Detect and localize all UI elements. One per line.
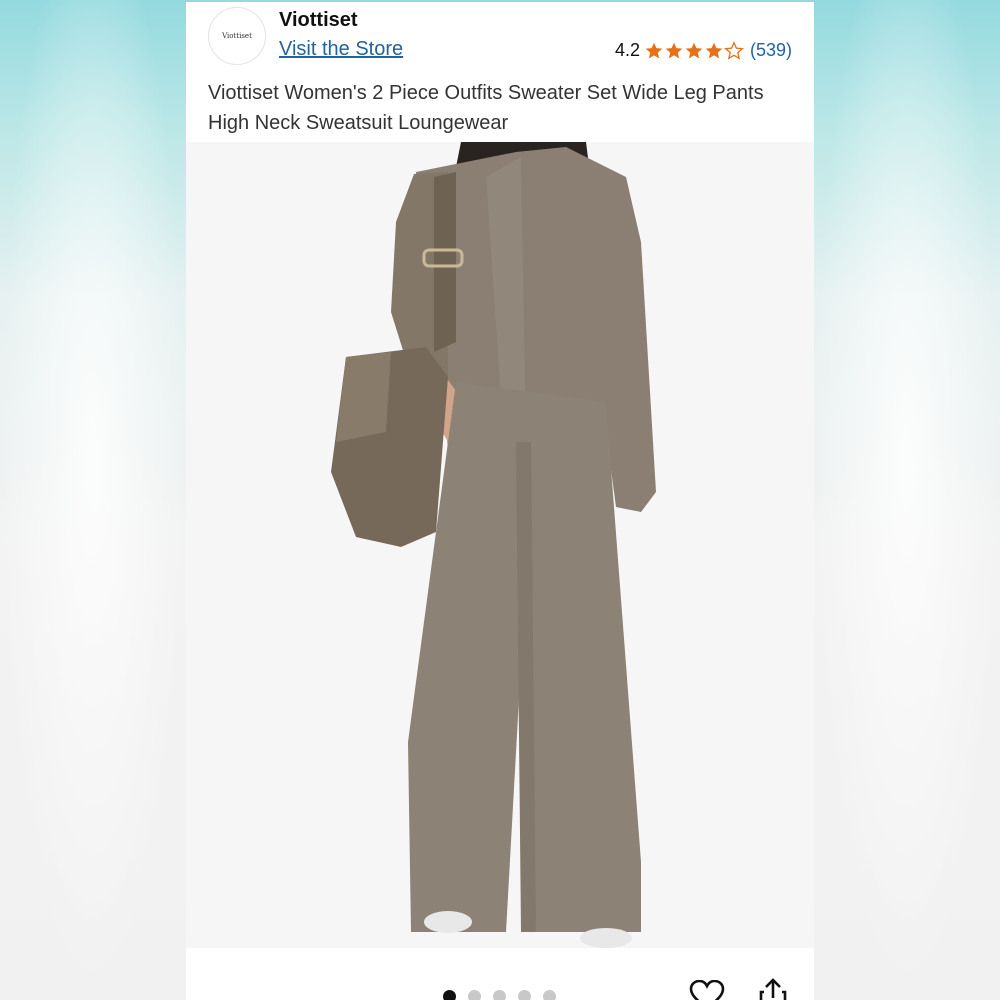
gallery-dot[interactable]: [468, 990, 481, 1000]
wishlist-button[interactable]: [689, 979, 725, 1000]
gallery-dot[interactable]: [543, 990, 556, 1000]
store-logo-text: Viottiset: [222, 32, 252, 40]
visit-store-link[interactable]: Visit the Store: [279, 38, 403, 61]
product-card: Viottiset Viottiset Visit the Store 4.2 …: [186, 2, 814, 1000]
star-full-icon: [645, 42, 663, 58]
share-icon: [759, 978, 787, 1000]
star-empty-icon: [724, 40, 744, 60]
background-left: [0, 0, 186, 1000]
rating-count: (539): [749, 40, 792, 60]
star-full-icon: [665, 42, 683, 58]
rating-stars: [644, 40, 744, 61]
store-name: Viottiset: [279, 9, 358, 31]
product-photo-illustration: [186, 142, 814, 948]
rating-summary[interactable]: 4.2 (539): [615, 40, 792, 61]
gallery-dot-active[interactable]: [443, 990, 456, 1000]
star-full-icon: [685, 42, 703, 58]
gallery-dot[interactable]: [493, 990, 506, 1000]
star-full-icon: [705, 42, 723, 58]
product-image[interactable]: [186, 142, 814, 948]
heart-icon: [689, 979, 725, 1000]
share-button[interactable]: [758, 978, 788, 1000]
store-logo[interactable]: Viottiset: [208, 7, 266, 65]
gallery-pagination: [443, 990, 556, 1000]
gallery-dot[interactable]: [518, 990, 531, 1000]
gallery-controls: [186, 948, 814, 1000]
rating-value: 4.2: [614, 40, 640, 60]
store-header: Viottiset Viottiset Visit the Store 4.2 …: [186, 2, 814, 78]
product-title: Viottiset Women's 2 Piece Outfits Sweate…: [208, 82, 764, 134]
background-right: [814, 0, 1000, 1000]
